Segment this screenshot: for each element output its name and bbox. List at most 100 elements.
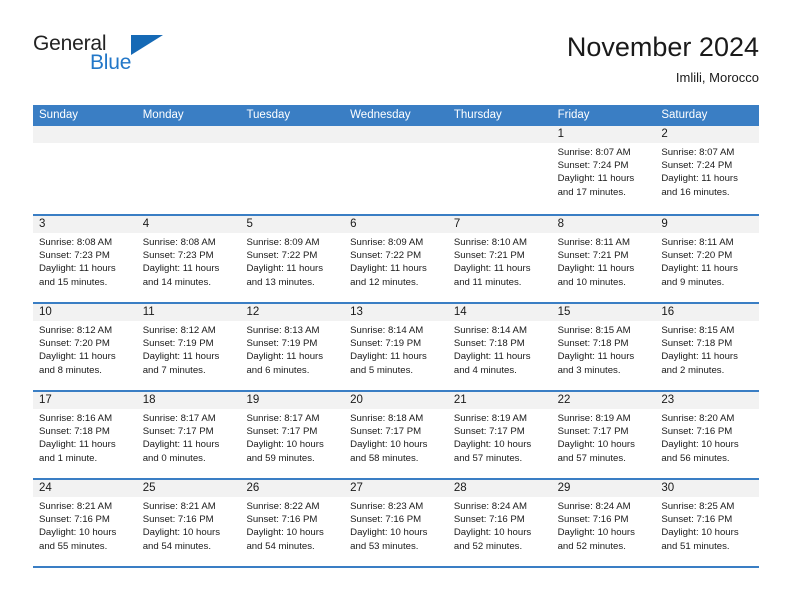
day-cell[interactable]: 30 Sunrise: 8:25 AM Sunset: 7:16 PM Dayl… — [655, 480, 760, 566]
sunset-text: Sunset: 7:18 PM — [557, 338, 629, 350]
day-cell[interactable]: 28 Sunrise: 8:24 AM Sunset: 7:16 PM Dayl… — [447, 480, 552, 566]
day-number: 21 — [447, 392, 552, 409]
day-cell[interactable]: 7 Sunrise: 8:10 AM Sunset: 7:21 PM Dayli… — [447, 216, 552, 302]
day-number: 25 — [136, 480, 241, 497]
day-details: Sunrise: 8:07 AM Sunset: 7:24 PM Dayligh… — [655, 143, 759, 199]
daylight-text: Daylight: 11 hours and 0 minutes. — [142, 439, 220, 464]
calendar-grid: Sunday Monday Tuesday Wednesday Thursday… — [33, 105, 760, 568]
day-details: Sunrise: 8:15 AM Sunset: 7:18 PM Dayligh… — [552, 321, 656, 377]
day-number: 30 — [655, 480, 760, 497]
day-cell[interactable]: 5 Sunrise: 8:09 AM Sunset: 7:22 PM Dayli… — [240, 216, 345, 302]
daylight-text: Daylight: 10 hours and 59 minutes. — [246, 439, 324, 464]
day-cell[interactable]: 25 Sunrise: 8:21 AM Sunset: 7:16 PM Dayl… — [136, 480, 241, 566]
day-cell[interactable]: 6 Sunrise: 8:09 AM Sunset: 7:22 PM Dayli… — [344, 216, 448, 302]
triangle-icon — [131, 35, 163, 55]
daylight-text: Daylight: 11 hours and 9 minutes. — [661, 263, 738, 288]
day-details: Sunrise: 8:21 AM Sunset: 7:16 PM Dayligh… — [33, 497, 137, 553]
day-cell[interactable]: 18 Sunrise: 8:17 AM Sunset: 7:17 PM Dayl… — [136, 392, 241, 478]
day-details — [240, 143, 344, 146]
sunset-text: Sunset: 7:21 PM — [453, 250, 525, 262]
day-cell[interactable]: 12 Sunrise: 8:13 AM Sunset: 7:19 PM Dayl… — [240, 304, 345, 390]
day-number — [447, 126, 552, 143]
day-number — [240, 126, 345, 143]
day-details: Sunrise: 8:12 AM Sunset: 7:19 PM Dayligh… — [137, 321, 241, 377]
day-number: 18 — [136, 392, 241, 409]
day-number — [136, 126, 241, 143]
day-cell[interactable]: 14 Sunrise: 8:14 AM Sunset: 7:18 PM Dayl… — [447, 304, 552, 390]
sunrise-text: Sunrise: 8:18 AM — [350, 413, 424, 424]
weekday-header-tuesday: Tuesday — [246, 109, 291, 121]
day-cell[interactable]: 2 Sunrise: 8:07 AM Sunset: 7:24 PM Dayli… — [655, 126, 760, 214]
daylight-text: Daylight: 10 hours and 57 minutes. — [557, 439, 635, 464]
day-cell[interactable]: 20 Sunrise: 8:18 AM Sunset: 7:17 PM Dayl… — [344, 392, 448, 478]
daylight-text: Daylight: 10 hours and 52 minutes. — [557, 527, 635, 552]
sunrise-text: Sunrise: 8:20 AM — [661, 413, 735, 424]
weekday-header-row: Sunday Monday Tuesday Wednesday Thursday… — [33, 105, 759, 126]
day-details: Sunrise: 8:17 AM Sunset: 7:17 PM Dayligh… — [137, 409, 241, 465]
daylight-text: Daylight: 11 hours and 5 minutes. — [350, 351, 427, 376]
sunrise-text: Sunrise: 8:21 AM — [142, 501, 216, 512]
sunrise-text: Sunrise: 8:17 AM — [142, 413, 216, 424]
day-cell[interactable]: 15 Sunrise: 8:15 AM Sunset: 7:18 PM Dayl… — [551, 304, 656, 390]
week-row: 24 Sunrise: 8:21 AM Sunset: 7:16 PM Dayl… — [33, 478, 760, 566]
day-cell[interactable]: 4 Sunrise: 8:08 AM Sunset: 7:23 PM Dayli… — [136, 216, 241, 302]
day-number: 11 — [136, 304, 241, 321]
day-number — [33, 126, 137, 143]
day-details: Sunrise: 8:08 AM Sunset: 7:23 PM Dayligh… — [33, 233, 137, 289]
sunset-text: Sunset: 7:17 PM — [453, 426, 525, 438]
day-cell[interactable]: 8 Sunrise: 8:11 AM Sunset: 7:21 PM Dayli… — [551, 216, 656, 302]
weekday-header-thursday: Thursday — [453, 109, 502, 121]
day-cell[interactable]: 9 Sunrise: 8:11 AM Sunset: 7:20 PM Dayli… — [655, 216, 760, 302]
day-cell[interactable]: 26 Sunrise: 8:22 AM Sunset: 7:16 PM Dayl… — [240, 480, 345, 566]
day-cell[interactable]: 16 Sunrise: 8:15 AM Sunset: 7:18 PM Dayl… — [655, 304, 760, 390]
week-row: 3 Sunrise: 8:08 AM Sunset: 7:23 PM Dayli… — [33, 214, 760, 302]
day-details: Sunrise: 8:10 AM Sunset: 7:21 PM Dayligh… — [448, 233, 552, 289]
day-cell[interactable]: 17 Sunrise: 8:16 AM Sunset: 7:18 PM Dayl… — [33, 392, 137, 478]
sunrise-text: Sunrise: 8:07 AM — [557, 147, 631, 158]
sunrise-text: Sunrise: 8:12 AM — [39, 325, 113, 336]
location-subtitle: Imlili, Morocco — [675, 70, 759, 85]
day-cell[interactable]: 24 Sunrise: 8:21 AM Sunset: 7:16 PM Dayl… — [33, 480, 137, 566]
day-details: Sunrise: 8:15 AM Sunset: 7:18 PM Dayligh… — [655, 321, 759, 377]
day-details: Sunrise: 8:11 AM Sunset: 7:21 PM Dayligh… — [552, 233, 656, 289]
sunrise-text: Sunrise: 8:08 AM — [39, 237, 113, 248]
sunset-text: Sunset: 7:22 PM — [350, 250, 422, 262]
sunrise-text: Sunrise: 8:10 AM — [453, 237, 527, 248]
day-details: Sunrise: 8:23 AM Sunset: 7:16 PM Dayligh… — [344, 497, 448, 553]
day-details — [33, 143, 137, 146]
day-cell[interactable]: 23 Sunrise: 8:20 AM Sunset: 7:16 PM Dayl… — [655, 392, 760, 478]
sunrise-text: Sunrise: 8:12 AM — [142, 325, 216, 336]
day-cell[interactable]: 22 Sunrise: 8:19 AM Sunset: 7:17 PM Dayl… — [551, 392, 656, 478]
day-number: 14 — [447, 304, 552, 321]
day-cell[interactable]: 3 Sunrise: 8:08 AM Sunset: 7:23 PM Dayli… — [33, 216, 137, 302]
day-cell[interactable]: 11 Sunrise: 8:12 AM Sunset: 7:19 PM Dayl… — [136, 304, 241, 390]
daylight-text: Daylight: 11 hours and 2 minutes. — [661, 351, 738, 376]
daylight-text: Daylight: 10 hours and 53 minutes. — [350, 527, 428, 552]
day-cell[interactable]: 21 Sunrise: 8:19 AM Sunset: 7:17 PM Dayl… — [447, 392, 552, 478]
day-number: 8 — [551, 216, 656, 233]
weekday-header-friday: Friday — [557, 109, 590, 121]
day-details — [344, 143, 448, 146]
day-cell[interactable]: 13 Sunrise: 8:14 AM Sunset: 7:19 PM Dayl… — [344, 304, 448, 390]
day-number: 1 — [551, 126, 656, 143]
day-number: 2 — [655, 126, 760, 143]
sunrise-text: Sunrise: 8:16 AM — [39, 413, 113, 424]
day-number: 10 — [33, 304, 137, 321]
day-cell[interactable]: 10 Sunrise: 8:12 AM Sunset: 7:20 PM Dayl… — [33, 304, 137, 390]
sunset-text: Sunset: 7:16 PM — [453, 514, 525, 526]
sunset-text: Sunset: 7:17 PM — [246, 426, 318, 438]
brand-logo[interactable]: General Blue — [33, 32, 173, 82]
sunset-text: Sunset: 7:23 PM — [142, 250, 214, 262]
day-details: Sunrise: 8:08 AM Sunset: 7:23 PM Dayligh… — [137, 233, 241, 289]
day-cell[interactable]: 27 Sunrise: 8:23 AM Sunset: 7:16 PM Dayl… — [344, 480, 448, 566]
sunrise-text: Sunrise: 8:17 AM — [246, 413, 320, 424]
day-details: Sunrise: 8:24 AM Sunset: 7:16 PM Dayligh… — [448, 497, 552, 553]
day-cell[interactable]: 29 Sunrise: 8:24 AM Sunset: 7:16 PM Dayl… — [551, 480, 656, 566]
daylight-text: Daylight: 11 hours and 11 minutes. — [453, 263, 531, 288]
day-cell[interactable]: 19 Sunrise: 8:17 AM Sunset: 7:17 PM Dayl… — [240, 392, 345, 478]
day-details: Sunrise: 8:19 AM Sunset: 7:17 PM Dayligh… — [448, 409, 552, 465]
daylight-text: Daylight: 10 hours and 54 minutes. — [246, 527, 324, 552]
sunset-text: Sunset: 7:19 PM — [246, 338, 318, 350]
day-details: Sunrise: 8:14 AM Sunset: 7:18 PM Dayligh… — [448, 321, 552, 377]
day-cell[interactable]: 1 Sunrise: 8:07 AM Sunset: 7:24 PM Dayli… — [551, 126, 656, 214]
